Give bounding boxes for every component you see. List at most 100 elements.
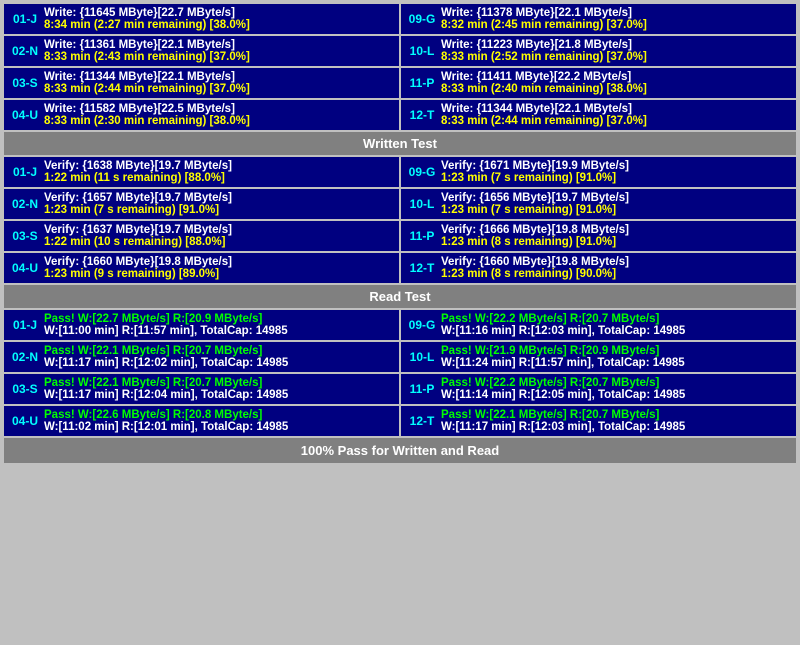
write-line1-10l: Write: {11223 MByte}[21.8 MByte/s] bbox=[441, 39, 790, 51]
verify-line2-12t: 1:23 min (8 s remaining) [90.0%] bbox=[441, 268, 790, 280]
verify-line1-12t: Verify: {1660 MByte}[19.8 MByte/s] bbox=[441, 256, 790, 268]
read-card-01j: 01-J Pass! W:[22.7 MByte/s] R:[20.9 MByt… bbox=[4, 310, 399, 340]
read-content-01j: Pass! W:[22.7 MByte/s] R:[20.9 MByte/s] … bbox=[44, 313, 393, 337]
read-card-11p: 11-P Pass! W:[22.2 MByte/s] R:[20.7 MByt… bbox=[401, 374, 796, 404]
read-right-col: 09-G Pass! W:[22.2 MByte/s] R:[20.7 MByt… bbox=[401, 310, 796, 436]
read-id-12t: 12-T bbox=[407, 409, 437, 433]
verify-line1-11p: Verify: {1666 MByte}[19.8 MByte/s] bbox=[441, 224, 790, 236]
read-test-label: Read Test bbox=[4, 285, 796, 308]
write-card-02n: 02-N Write: {11361 MByte}[22.1 MByte/s] … bbox=[4, 36, 399, 66]
read-card-03s: 03-S Pass! W:[22.1 MByte/s] R:[20.7 MByt… bbox=[4, 374, 399, 404]
verify-id-01j: 01-J bbox=[10, 160, 40, 184]
read-line2-09g: W:[11:16 min] R:[12:03 min], TotalCap: 1… bbox=[441, 325, 790, 337]
write-left-col: 01-J Write: {11645 MByte}[22.7 MByte/s] … bbox=[4, 4, 399, 130]
read-line1-04u: Pass! W:[22.6 MByte/s] R:[20.8 MByte/s] bbox=[44, 409, 393, 421]
verify-id-11p: 11-P bbox=[407, 224, 437, 248]
verify-content-10l: Verify: {1656 MByte}[19.7 MByte/s] 1:23 … bbox=[441, 192, 790, 216]
read-card-04u: 04-U Pass! W:[22.6 MByte/s] R:[20.8 MByt… bbox=[4, 406, 399, 436]
verify-card-11p: 11-P Verify: {1666 MByte}[19.8 MByte/s] … bbox=[401, 221, 796, 251]
verify-line2-04u: 1:23 min (9 s remaining) [89.0%] bbox=[44, 268, 393, 280]
write-right-col: 09-G Write: {11378 MByte}[22.1 MByte/s] … bbox=[401, 4, 796, 130]
write-line2-10l: 8:33 min (2:52 min remaining) [37.0%] bbox=[441, 51, 790, 63]
card-content-11p: Write: {11411 MByte}[22.2 MByte/s] 8:33 … bbox=[441, 71, 790, 95]
read-line1-12t: Pass! W:[22.1 MByte/s] R:[20.7 MByte/s] bbox=[441, 409, 790, 421]
footer-bar: 100% Pass for Written and Read bbox=[4, 438, 796, 463]
verify-card-03s: 03-S Verify: {1637 MByte}[19.7 MByte/s] … bbox=[4, 221, 399, 251]
verify-content-02n: Verify: {1657 MByte}[19.7 MByte/s] 1:23 … bbox=[44, 192, 393, 216]
read-line1-10l: Pass! W:[21.9 MByte/s] R:[20.9 MByte/s] bbox=[441, 345, 790, 357]
verify-card-09g: 09-G Verify: {1671 MByte}[19.9 MByte/s] … bbox=[401, 157, 796, 187]
write-line1-12t: Write: {11344 MByte}[22.1 MByte/s] bbox=[441, 103, 790, 115]
verify-content-03s: Verify: {1637 MByte}[19.7 MByte/s] 1:22 … bbox=[44, 224, 393, 248]
card-id-09g: 09-G bbox=[407, 7, 437, 31]
card-content-12t: Write: {11344 MByte}[22.1 MByte/s] 8:33 … bbox=[441, 103, 790, 127]
verify-line1-03s: Verify: {1637 MByte}[19.7 MByte/s] bbox=[44, 224, 393, 236]
read-content-09g: Pass! W:[22.2 MByte/s] R:[20.7 MByte/s] … bbox=[441, 313, 790, 337]
read-id-09g: 09-G bbox=[407, 313, 437, 337]
card-content-03s: Write: {11344 MByte}[22.1 MByte/s] 8:33 … bbox=[44, 71, 393, 95]
write-card-11p: 11-P Write: {11411 MByte}[22.2 MByte/s] … bbox=[401, 68, 796, 98]
card-id-04u: 04-U bbox=[10, 103, 40, 127]
write-line2-04u: 8:33 min (2:30 min remaining) [38.0%] bbox=[44, 115, 393, 127]
write-line1-03s: Write: {11344 MByte}[22.1 MByte/s] bbox=[44, 71, 393, 83]
card-content-01j: Write: {11645 MByte}[22.7 MByte/s] 8:34 … bbox=[44, 7, 393, 31]
write-line2-01j: 8:34 min (2:27 min remaining) [38.0%] bbox=[44, 19, 393, 31]
written-test-label: Written Test bbox=[4, 132, 796, 155]
read-content-11p: Pass! W:[22.2 MByte/s] R:[20.7 MByte/s] … bbox=[441, 377, 790, 401]
write-line1-11p: Write: {11411 MByte}[22.2 MByte/s] bbox=[441, 71, 790, 83]
write-line1-01j: Write: {11645 MByte}[22.7 MByte/s] bbox=[44, 7, 393, 19]
verify-id-04u: 04-U bbox=[10, 256, 40, 280]
read-content-12t: Pass! W:[22.1 MByte/s] R:[20.7 MByte/s] … bbox=[441, 409, 790, 433]
write-card-01j: 01-J Write: {11645 MByte}[22.7 MByte/s] … bbox=[4, 4, 399, 34]
verify-line2-09g: 1:23 min (7 s remaining) [91.0%] bbox=[441, 172, 790, 184]
verify-id-09g: 09-G bbox=[407, 160, 437, 184]
verify-content-04u: Verify: {1660 MByte}[19.8 MByte/s] 1:23 … bbox=[44, 256, 393, 280]
verify-line1-04u: Verify: {1660 MByte}[19.8 MByte/s] bbox=[44, 256, 393, 268]
verify-right-col: 09-G Verify: {1671 MByte}[19.9 MByte/s] … bbox=[401, 157, 796, 283]
read-line1-01j: Pass! W:[22.7 MByte/s] R:[20.9 MByte/s] bbox=[44, 313, 393, 325]
write-card-10l: 10-L Write: {11223 MByte}[21.8 MByte/s] … bbox=[401, 36, 796, 66]
verify-line1-10l: Verify: {1656 MByte}[19.7 MByte/s] bbox=[441, 192, 790, 204]
write-card-03s: 03-S Write: {11344 MByte}[22.1 MByte/s] … bbox=[4, 68, 399, 98]
read-line2-04u: W:[11:02 min] R:[12:01 min], TotalCap: 1… bbox=[44, 421, 393, 433]
write-card-12t: 12-T Write: {11344 MByte}[22.1 MByte/s] … bbox=[401, 100, 796, 130]
write-line2-03s: 8:33 min (2:44 min remaining) [37.0%] bbox=[44, 83, 393, 95]
verify-content-11p: Verify: {1666 MByte}[19.8 MByte/s] 1:23 … bbox=[441, 224, 790, 248]
card-content-04u: Write: {11582 MByte}[22.5 MByte/s] 8:33 … bbox=[44, 103, 393, 127]
verify-content-12t: Verify: {1660 MByte}[19.8 MByte/s] 1:23 … bbox=[441, 256, 790, 280]
read-line1-02n: Pass! W:[22.1 MByte/s] R:[20.7 MByte/s] bbox=[44, 345, 393, 357]
verify-grid: 01-J Verify: {1638 MByte}[19.7 MByte/s] … bbox=[4, 157, 796, 283]
verify-line1-02n: Verify: {1657 MByte}[19.7 MByte/s] bbox=[44, 192, 393, 204]
verify-card-01j: 01-J Verify: {1638 MByte}[19.7 MByte/s] … bbox=[4, 157, 399, 187]
write-section: 01-J Write: {11645 MByte}[22.7 MByte/s] … bbox=[4, 4, 796, 130]
read-left-col: 01-J Pass! W:[22.7 MByte/s] R:[20.9 MByt… bbox=[4, 310, 399, 436]
verify-card-12t: 12-T Verify: {1660 MByte}[19.8 MByte/s] … bbox=[401, 253, 796, 283]
read-id-10l: 10-L bbox=[407, 345, 437, 369]
write-line2-09g: 8:32 min (2:45 min remaining) [37.0%] bbox=[441, 19, 790, 31]
write-line1-09g: Write: {11378 MByte}[22.1 MByte/s] bbox=[441, 7, 790, 19]
read-section: 01-J Pass! W:[22.7 MByte/s] R:[20.9 MByt… bbox=[4, 310, 796, 436]
read-id-11p: 11-P bbox=[407, 377, 437, 401]
verify-id-03s: 03-S bbox=[10, 224, 40, 248]
read-id-04u: 04-U bbox=[10, 409, 40, 433]
card-id-02n: 02-N bbox=[10, 39, 40, 63]
read-line1-11p: Pass! W:[22.2 MByte/s] R:[20.7 MByte/s] bbox=[441, 377, 790, 389]
read-content-04u: Pass! W:[22.6 MByte/s] R:[20.8 MByte/s] … bbox=[44, 409, 393, 433]
read-content-02n: Pass! W:[22.1 MByte/s] R:[20.7 MByte/s] … bbox=[44, 345, 393, 369]
verify-line2-10l: 1:23 min (7 s remaining) [91.0%] bbox=[441, 204, 790, 216]
read-content-10l: Pass! W:[21.9 MByte/s] R:[20.9 MByte/s] … bbox=[441, 345, 790, 369]
verify-card-02n: 02-N Verify: {1657 MByte}[19.7 MByte/s] … bbox=[4, 189, 399, 219]
verify-card-04u: 04-U Verify: {1660 MByte}[19.8 MByte/s] … bbox=[4, 253, 399, 283]
read-line1-03s: Pass! W:[22.1 MByte/s] R:[20.7 MByte/s] bbox=[44, 377, 393, 389]
verify-line2-03s: 1:22 min (10 s remaining) [88.0%] bbox=[44, 236, 393, 248]
verify-line1-01j: Verify: {1638 MByte}[19.7 MByte/s] bbox=[44, 160, 393, 172]
verify-section: 01-J Verify: {1638 MByte}[19.7 MByte/s] … bbox=[4, 157, 796, 283]
read-id-02n: 02-N bbox=[10, 345, 40, 369]
read-card-12t: 12-T Pass! W:[22.1 MByte/s] R:[20.7 MByt… bbox=[401, 406, 796, 436]
card-id-01j: 01-J bbox=[10, 7, 40, 31]
card-content-10l: Write: {11223 MByte}[21.8 MByte/s] 8:33 … bbox=[441, 39, 790, 63]
read-id-01j: 01-J bbox=[10, 313, 40, 337]
write-line1-02n: Write: {11361 MByte}[22.1 MByte/s] bbox=[44, 39, 393, 51]
write-card-04u: 04-U Write: {11582 MByte}[22.5 MByte/s] … bbox=[4, 100, 399, 130]
card-id-10l: 10-L bbox=[407, 39, 437, 63]
